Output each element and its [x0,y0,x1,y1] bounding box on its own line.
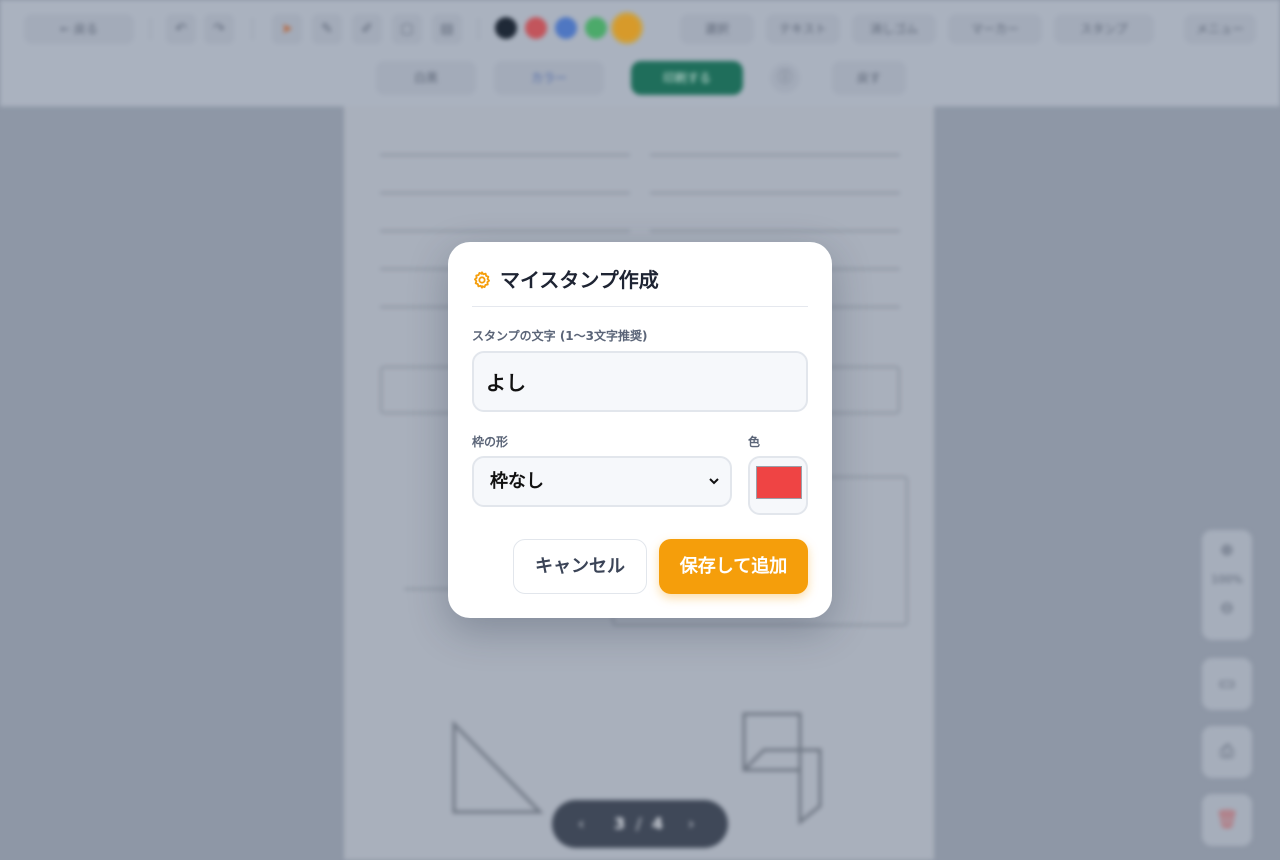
mode-marker-button[interactable]: マーカー [948,14,1042,44]
chevron-down-icon [709,478,719,485]
zoom-level: 100% [1211,573,1243,586]
zoom-control: ⊕ 100% ⊖ [1202,530,1252,640]
back-button[interactable]: ← 戻る [24,14,134,44]
zoom-out-icon[interactable]: ⊖ [1202,598,1252,617]
next-page-icon[interactable]: › [688,800,694,848]
gear-icon [474,271,490,289]
mode-text-button[interactable]: テキスト [766,14,840,44]
color-dot-blue[interactable] [555,17,577,39]
color-dot-black[interactable] [495,17,517,39]
mode-eraser-button[interactable]: 消しゴム [852,14,936,44]
cube-figure [742,712,822,826]
dialog-header: マイスタンプ作成 [472,268,808,307]
info-icon[interactable]: ⓘ [770,63,800,93]
prev-page-icon[interactable]: ‹ [578,800,584,848]
menu-button[interactable]: メニュー [1184,14,1256,44]
triangle-figure [452,720,544,814]
pen-icon[interactable]: ✎ [312,14,342,44]
print-button[interactable]: 印刷する [631,61,743,95]
total-pages: 4 [652,814,664,833]
frame-shape-value: 枠なし [490,471,544,492]
screen-button[interactable]: ▭ [1202,658,1252,710]
cancel-button[interactable]: キャンセル [513,539,647,594]
toolbar-divider [478,18,479,40]
stamp-text-label: スタンプの文字 (1〜3文字推奨) [472,329,648,343]
frame-shape-select[interactable]: 枠なし [472,456,732,507]
dialog-title: マイスタンプ作成 [500,268,659,292]
mode-select-button[interactable]: 選択 [680,14,754,44]
toolbar-divider [150,18,151,40]
stamp-create-dialog: マイスタンプ作成 スタンプの文字 (1〜3文字推奨) 枠の形 枠なし 色 キャン… [448,242,832,618]
color-picker[interactable] [748,456,808,515]
cursor-icon[interactable]: ➤ [272,14,302,44]
color-mode-button[interactable]: カラー [494,61,604,95]
save-and-add-button[interactable]: 保存して追加 [659,539,808,594]
page-pager: ‹ 3 / 4 › [552,800,728,848]
color-dot-red[interactable] [525,17,547,39]
color-label: 色 [748,435,761,449]
highlighter-icon[interactable]: ✐ [352,14,382,44]
color-swatch [756,466,802,499]
undo-icon[interactable]: ↶ [166,14,196,44]
monochrome-button[interactable]: 白黒 [376,61,476,95]
color-dot-green[interactable] [585,17,607,39]
top-toolbar: ← 戻る ↶ ↷ ➤ ✎ ✐ ▢ ▤ 選択 テキスト 消しゴム マーカー スタン… [0,0,1280,107]
current-page: 3 [614,814,626,833]
stamp-text-input[interactable] [472,351,808,412]
trash-button[interactable]: 🗑 [1202,794,1252,846]
mode-stamp-button[interactable]: スタンプ [1054,14,1154,44]
eraser-icon[interactable]: ▢ [392,14,422,44]
print-side-button[interactable]: ⎙ [1202,726,1252,778]
frame-shape-label: 枠の形 [472,435,509,449]
zoom-in-icon[interactable]: ⊕ [1202,540,1252,559]
color-dot-orange[interactable] [611,12,643,44]
restore-button[interactable]: 戻す [832,61,906,95]
toolbar-divider [252,18,253,40]
redo-icon[interactable]: ↷ [204,14,234,44]
page-separator: / [636,814,642,833]
shape-icon[interactable]: ▤ [432,14,462,44]
